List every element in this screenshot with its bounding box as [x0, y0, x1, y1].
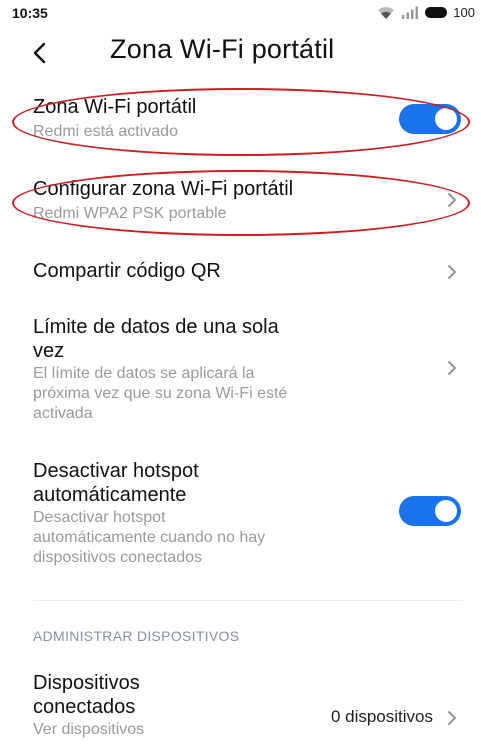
auto-off-toggle[interactable]	[399, 496, 461, 526]
configure-title: Configurar zona Wi-Fi portátil	[33, 178, 294, 200]
auto-off-title-line1: Desactivar hotspot	[33, 460, 199, 482]
toggle-knob	[435, 108, 457, 130]
wifi-icon	[377, 6, 395, 20]
auto-off-subtitle-line2: automáticamente cuando no hay	[33, 529, 266, 546]
signal-icon	[401, 6, 419, 19]
hotspot-subtitle: Redmi está activado	[33, 123, 178, 140]
auto-off-subtitle-line1: Desactivar hotspot	[33, 509, 166, 526]
back-arrow-icon[interactable]	[28, 38, 52, 68]
status-bar: 10:35 100	[0, 0, 481, 28]
data-limit-title-line2: vez	[33, 340, 65, 362]
share-qr-row[interactable]: Compartir código QR	[0, 252, 481, 292]
data-limit-title-line1: Límite de datos de una sola	[33, 316, 279, 338]
chevron-right-icon	[448, 711, 456, 725]
section-header-manage-devices: ADMINISTRAR DISPOSITIVOS	[33, 628, 240, 644]
status-icons: 100	[377, 5, 475, 20]
app-header: Zona Wi-Fi portátil	[0, 28, 481, 78]
chevron-right-icon	[448, 193, 456, 207]
hotspot-row[interactable]: Zona Wi-Fi portátil Redmi está activado	[0, 88, 481, 150]
auto-off-subtitle-line3: dispositivos conectados	[33, 549, 202, 566]
connected-devices-row[interactable]: Dispositivos conectados Ver dispositivos…	[0, 668, 481, 744]
connected-devices-count: 0 dispositivos	[330, 707, 433, 726]
chevron-right-icon	[448, 361, 456, 375]
connected-devices-subtitle: Ver dispositivos	[33, 721, 145, 738]
connected-devices-title-line1: Dispositivos	[33, 672, 140, 694]
data-limit-subtitle-line3: activada	[33, 405, 93, 422]
battery-level: 100	[453, 5, 475, 20]
status-time: 10:35	[12, 5, 48, 21]
data-limit-subtitle-line1: El límite de datos se aplicará la	[33, 365, 255, 382]
chevron-right-icon	[448, 265, 456, 279]
share-qr-title: Compartir código QR	[33, 260, 221, 282]
auto-off-hotspot-row[interactable]: Desactivar hotspot automáticamente Desac…	[0, 458, 481, 568]
section-divider	[33, 600, 463, 601]
page-title: Zona Wi-Fi portátil	[110, 34, 335, 64]
toggle-knob	[435, 500, 457, 522]
configure-hotspot-row[interactable]: Configurar zona Wi-Fi portátil Redmi WPA…	[0, 172, 481, 230]
auto-off-title-line2: automáticamente	[33, 484, 187, 506]
hotspot-title: Zona Wi-Fi portátil	[33, 96, 197, 118]
connected-devices-title-line2: conectados	[33, 696, 136, 718]
data-limit-subtitle-line2: próxima vez que su zona Wi-Fi esté	[33, 385, 288, 402]
hotspot-toggle[interactable]	[399, 104, 461, 134]
configure-subtitle: Redmi WPA2 PSK portable	[33, 205, 227, 222]
battery-icon	[425, 7, 448, 18]
data-limit-row[interactable]: Límite de datos de una sola vez El límit…	[0, 314, 481, 422]
